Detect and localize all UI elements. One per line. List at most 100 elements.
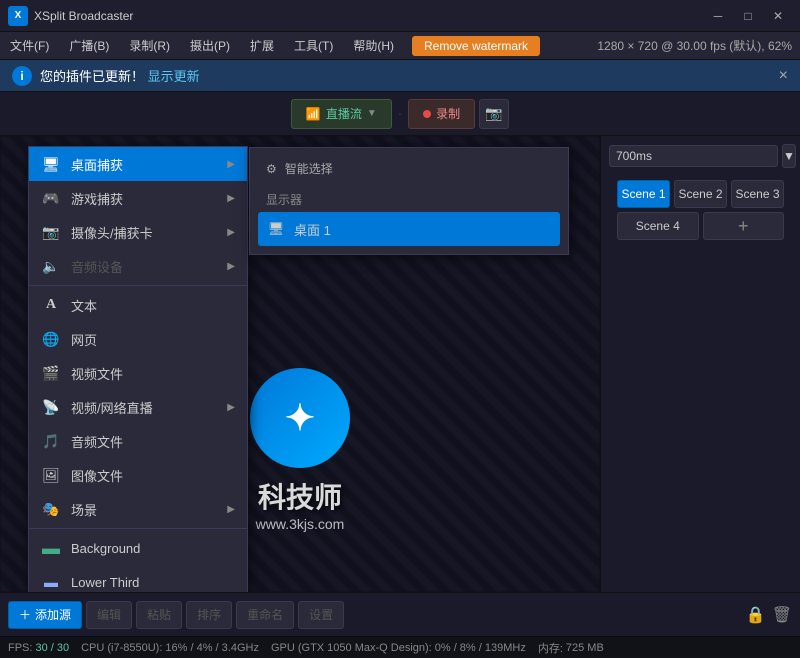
ctx-label-audio: 音频设备 <box>71 257 123 276</box>
ctx-item-scene[interactable]: 🎭 场景 ▶ <box>29 492 247 526</box>
ctx-label-image: 图像文件 <box>71 466 123 485</box>
globe-icon: 🌐 <box>41 329 61 349</box>
live-stream-label: 直播流 <box>326 105 362 122</box>
reorder-button[interactable]: 排序 <box>186 601 232 629</box>
main-toolbar: 📶 直播流 ▼ · 录制 📷 <box>0 92 800 136</box>
record-dot-icon <box>423 110 431 118</box>
add-source-label: 添加源 <box>35 606 71 623</box>
ctx-label-text: 文本 <box>71 296 97 315</box>
cpu-status: CPU (i7-8550U): 16% / 4% / 3.4GHz <box>81 642 259 654</box>
scene-2-button[interactable]: Scene 2 <box>674 180 727 208</box>
ctx-arrow-scene: ▶ <box>227 504 235 515</box>
menu-output[interactable]: 摄出(P) <box>180 33 240 58</box>
text-icon: A <box>41 295 61 315</box>
ctx-label-scene: 场景 <box>71 500 97 519</box>
title-bar: X XSplit Broadcaster ─ □ ✕ <box>0 0 800 32</box>
scene-3-button[interactable]: Scene 3 <box>731 180 784 208</box>
scene-4-button[interactable]: Scene 4 <box>617 212 699 240</box>
trash-icon: 🗑 <box>772 605 792 625</box>
wifi-icon: 📶 <box>306 107 321 121</box>
title-bar-left: X XSplit Broadcaster <box>8 6 133 26</box>
ctx-item-lower-third[interactable]: ▬ Lower Third <box>29 565 247 592</box>
record-button[interactable]: 录制 <box>408 99 475 129</box>
scene-1-button[interactable]: Scene 1 <box>617 180 670 208</box>
remove-watermark-button[interactable]: Remove watermark <box>412 36 540 56</box>
mem-label: 内存: <box>538 640 563 656</box>
info-icon: i <box>12 66 32 86</box>
right-panel: ▼ ☆ Scene 1 Scene 2 Scene 3 Scene 4 + <box>600 136 800 592</box>
main-area: ✦ 科技师 www.3kjs.com 🖥 桌面捕获 ▶ 🎮 游戏捕获 ▶ 📷 摄… <box>0 136 800 592</box>
ctx-label-camera: 摄像头/捕获卡 <box>71 223 153 242</box>
live-stream-button[interactable]: 📶 直播流 ▼ <box>291 99 392 129</box>
title-bar-controls: ─ □ ✕ <box>704 6 792 26</box>
stream-icon: 📡 <box>41 397 61 417</box>
settings-button[interactable]: 设置 <box>298 601 344 629</box>
fps-status: FPS: 30 / 30 <box>8 642 69 654</box>
menu-tools[interactable]: 工具(T) <box>284 33 343 58</box>
bottom-toolbar: ＋ 添加源 编辑 粘贴 排序 重命名 设置 🔒 🗑 <box>0 592 800 636</box>
close-button[interactable]: ✕ <box>764 6 792 26</box>
image-icon: 🖼 <box>41 465 61 485</box>
cpu-label: CPU (i7-8550U): <box>81 642 162 654</box>
submenu-section: 显示器 <box>258 187 560 212</box>
menu-help[interactable]: 帮助(H) <box>343 33 404 58</box>
ctx-label-background: Background <box>71 541 140 556</box>
cpu-value: 16% / 4% / 3.4GHz <box>165 642 259 654</box>
snapshot-button[interactable]: 📷 <box>479 99 509 129</box>
ctx-item-camera[interactable]: 📷 摄像头/捕获卡 ▶ <box>29 215 247 249</box>
preview-area: ✦ 科技师 www.3kjs.com 🖥 桌面捕获 ▶ 🎮 游戏捕获 ▶ 📷 摄… <box>0 136 600 592</box>
smart-select-icon: ⚙ <box>266 162 277 176</box>
info-close-button[interactable]: × <box>779 67 788 85</box>
add-source-button[interactable]: ＋ 添加源 <box>8 601 82 629</box>
live-stream-arrow: ▼ <box>367 108 377 119</box>
scene-controls: ▼ ☆ Scene 1 Scene 2 Scene 3 Scene 4 + <box>601 136 800 252</box>
ctx-label-stream: 视频/网络直播 <box>71 398 153 417</box>
delay-input[interactable] <box>609 145 778 167</box>
ctx-item-audio: 🔈 音频设备 ▶ <box>29 249 247 283</box>
ctx-item-video-file[interactable]: 🎬 视频文件 <box>29 356 247 390</box>
camera-capture-icon: 📷 <box>41 222 61 242</box>
edit-button[interactable]: 编辑 <box>86 601 132 629</box>
mem-value: 725 MB <box>566 642 604 654</box>
maximize-button[interactable]: □ <box>734 6 762 26</box>
ctx-label-desktop: 桌面捕获 <box>71 155 123 174</box>
submenu-desktop-label: 桌面 1 <box>294 220 331 239</box>
ctx-label-video: 视频文件 <box>71 364 123 383</box>
plus-icon: ＋ <box>19 606 31 623</box>
ctx-item-audio-file[interactable]: 🎵 音频文件 <box>29 424 247 458</box>
ctx-item-background[interactable]: ▬ Background <box>29 531 247 565</box>
resolution-display: 1280 × 720 @ 30.00 fps (默认), 62% <box>597 37 800 54</box>
submenu-desktop: ⚙ 智能选择 显示器 🖥 桌面 1 <box>249 147 569 255</box>
gpu-value: 0% / 8% / 139MHz <box>435 642 526 654</box>
gpu-label: GPU (GTX 1050 Max-Q Design): <box>271 642 432 654</box>
scene-grid: Scene 1 Scene 2 Scene 3 <box>609 176 792 212</box>
ctx-label-audio-file: 音频文件 <box>71 432 123 451</box>
ctx-item-stream[interactable]: 📡 视频/网络直播 ▶ <box>29 390 247 424</box>
menu-extensions[interactable]: 扩展 <box>240 33 284 58</box>
fps-value: 30 / 30 <box>35 642 69 654</box>
paste-button[interactable]: 粘贴 <box>136 601 182 629</box>
show-updates-link[interactable]: 显示更新 <box>148 69 200 84</box>
rename-button[interactable]: 重命名 <box>236 601 294 629</box>
ctx-label-lower-third: Lower Third <box>71 575 139 590</box>
separator-2 <box>29 528 247 529</box>
ctx-item-desktop-capture[interactable]: 🖥 桌面捕获 ▶ <box>29 147 247 181</box>
submenu-title-text: 智能选择 <box>285 160 333 177</box>
gpu-status: GPU (GTX 1050 Max-Q Design): 0% / 8% / 1… <box>271 642 526 654</box>
scene-icon: 🎭 <box>41 499 61 519</box>
submenu-desktop-item[interactable]: 🖥 桌面 1 <box>258 212 560 246</box>
menu-file[interactable]: 文件(F) <box>0 33 59 58</box>
monitor-icon: 🖥 <box>41 154 61 174</box>
fps-label: FPS: <box>8 642 32 654</box>
ctx-item-text[interactable]: A 文本 <box>29 288 247 322</box>
ctx-item-webpage[interactable]: 🌐 网页 <box>29 322 247 356</box>
minimize-button[interactable]: ─ <box>704 6 732 26</box>
menu-broadcast[interactable]: 广播(B) <box>59 33 119 58</box>
menu-record[interactable]: 录制(R) <box>119 33 180 58</box>
add-scene-button[interactable]: + <box>703 212 785 240</box>
ctx-item-game-capture[interactable]: 🎮 游戏捕获 ▶ <box>29 181 247 215</box>
separator-1 <box>29 285 247 286</box>
ctx-item-image[interactable]: 🖼 图像文件 <box>29 458 247 492</box>
delay-down-button[interactable]: ▼ <box>782 144 796 168</box>
mem-status: 内存: 725 MB <box>538 640 604 656</box>
